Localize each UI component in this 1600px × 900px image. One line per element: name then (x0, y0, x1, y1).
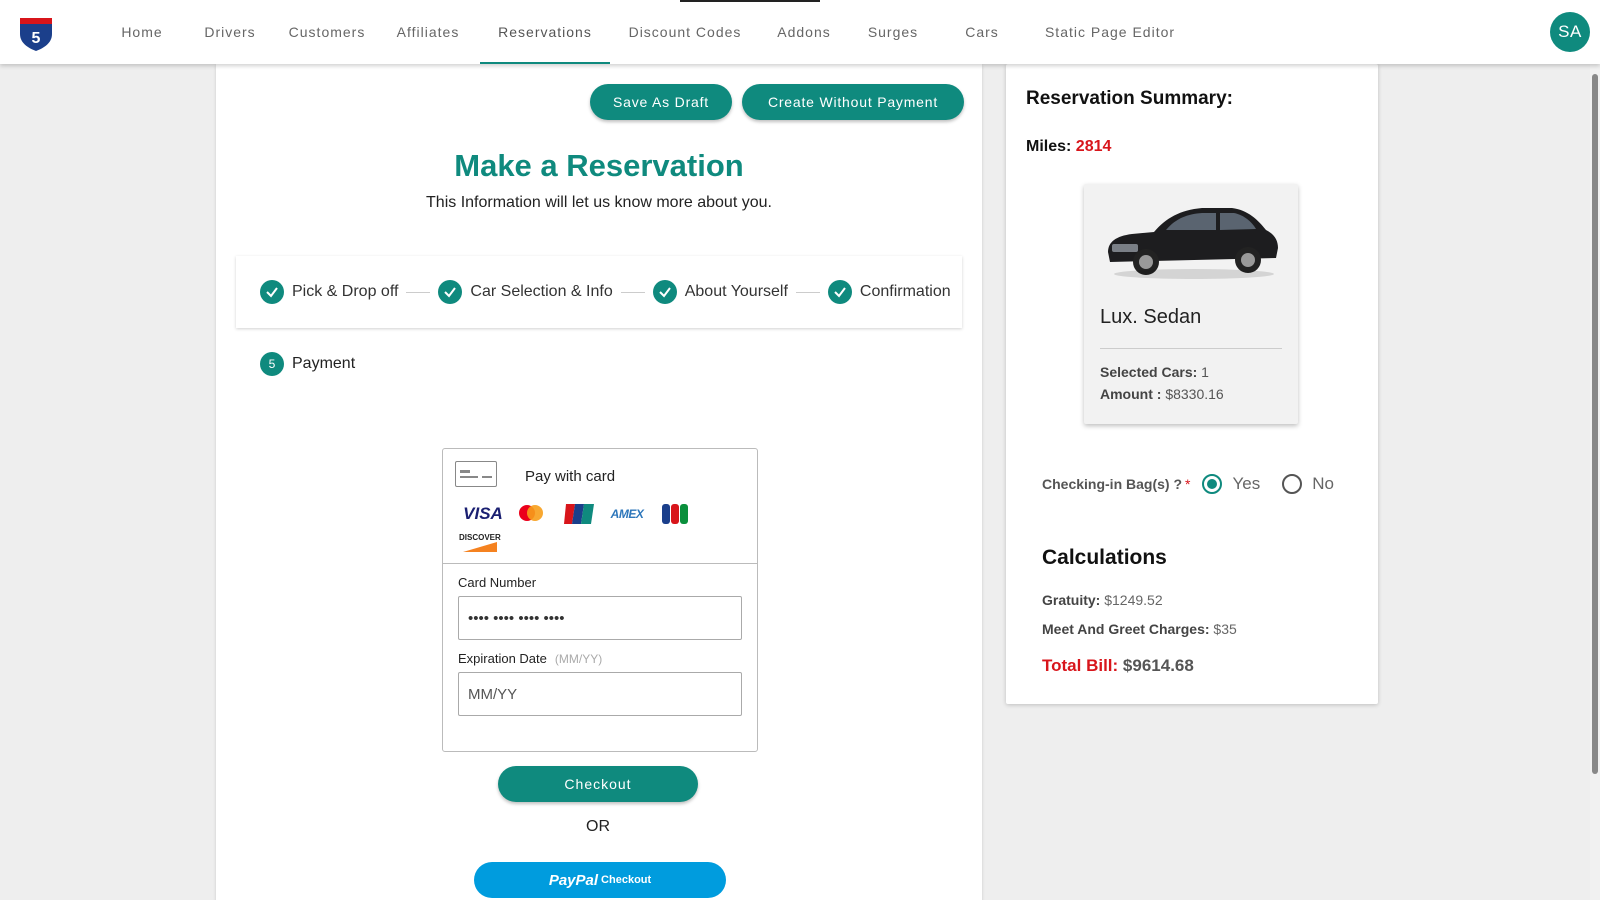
user-avatar[interactable]: SA (1550, 12, 1590, 52)
step-payment: 5 Payment (260, 352, 355, 376)
bags-no-label[interactable]: No (1312, 474, 1334, 494)
gratuity-row: Gratuity: $1249.52 (1042, 592, 1163, 608)
amount-label: Amount : (1100, 386, 1162, 402)
miles-row: Miles: 2814 (1026, 138, 1111, 156)
page-title: Make a Reservation (454, 148, 744, 183)
page-subtitle: This Information will let us know more a… (426, 194, 772, 211)
card-brands: VISA AMEX DISCOVER (459, 501, 719, 565)
step-number-badge: 5 (260, 352, 284, 376)
bags-no-radio[interactable] (1282, 474, 1303, 494)
check-icon (827, 280, 852, 304)
discover-label: DISCOVER (459, 533, 501, 542)
selected-cars-value: 1 (1201, 364, 1209, 380)
total-bill-row: Total Bill: $9614.68 (1042, 656, 1194, 676)
nav-cars[interactable]: Cars (938, 0, 1026, 64)
gratuity-value: $1249.52 (1104, 592, 1163, 608)
nav-customers[interactable]: Customers (278, 0, 376, 64)
expiration-format-hint: (MM/YY) (554, 652, 603, 666)
step-label: Car Selection & Info (470, 283, 613, 300)
step-about-yourself[interactable]: About Yourself (652, 280, 788, 304)
reservation-form-card: Save As Draft Create Without Payment Mak… (216, 64, 982, 900)
step-confirmation[interactable]: Confirmation (827, 280, 951, 304)
meet-and-greet-row: Meet And Greet Charges: $35 (1042, 621, 1237, 637)
step-label: Pick & Drop off (292, 283, 399, 300)
unionpay-icon (555, 501, 603, 527)
nav-addons[interactable]: Addons (760, 0, 848, 64)
expiration-date-input[interactable]: MM/YY (458, 672, 742, 716)
card-number-label: Card Number (458, 575, 537, 590)
bags-yes-radio[interactable] (1202, 474, 1223, 494)
nav-reservations[interactable]: Reservations (480, 0, 610, 64)
top-navigation-bar: 5 Home Drivers Customers Affiliates Rese… (0, 0, 1600, 64)
nav-affiliates[interactable]: Affiliates (376, 0, 480, 64)
bags-label: Checking-in Bag(s) ? (1042, 476, 1183, 492)
pay-with-card-header: Pay with card VISA AMEX DISCOVER (443, 449, 757, 564)
create-without-payment-button[interactable]: Create Without Payment (742, 84, 964, 120)
expiration-label-text: Expiration Date (458, 651, 547, 666)
discover-icon: DISCOVER (459, 533, 507, 559)
scrollbar-thumb[interactable] (1592, 74, 1598, 774)
page-scrollbar[interactable] (1590, 64, 1600, 900)
pay-with-card-label: Pay with card (525, 468, 616, 485)
card-payment-form: Pay with card VISA AMEX DISCOVER Card Nu… (442, 448, 758, 752)
reservation-summary-card: Reservation Summary: Miles: 2814 Lux. Se… (1006, 64, 1378, 704)
step-car-selection[interactable]: Car Selection & Info (438, 280, 613, 304)
route-5-logo[interactable]: 5 (16, 12, 56, 52)
total-bill-value: $9614.68 (1122, 656, 1194, 675)
nav-discount-codes[interactable]: Discount Codes (610, 0, 760, 64)
nav-drivers[interactable]: Drivers (182, 0, 278, 64)
step-connector (406, 291, 431, 293)
checking-in-bags-row: Checking-in Bag(s) ? * Yes No (1042, 474, 1334, 494)
car-divider (1100, 348, 1282, 349)
paypal-checkout-button[interactable]: PayPal Checkout (474, 862, 726, 898)
step-label: Confirmation (859, 283, 951, 300)
svg-text:5: 5 (32, 30, 41, 47)
selected-cars-row: Selected Cars: 1 (1100, 364, 1209, 380)
checkout-button[interactable]: Checkout (498, 766, 698, 802)
step-label: About Yourself (684, 283, 788, 300)
nav-home[interactable]: Home (102, 0, 182, 64)
jcb-icon (651, 501, 699, 527)
check-icon (652, 280, 677, 304)
miles-value: 2814 (1075, 138, 1112, 155)
paypal-checkout-label: Checkout (601, 874, 652, 886)
summary-title: Reservation Summary: (1026, 88, 1233, 109)
amount-row: Amount : $8330.16 (1100, 386, 1224, 402)
paypal-logo: PayPal (548, 871, 599, 889)
nav-surges[interactable]: Surges (848, 0, 938, 64)
visa-icon: VISA (463, 504, 503, 523)
amex-icon: AMEX (610, 507, 644, 521)
step-pick-drop[interactable]: Pick & Drop off (260, 280, 398, 304)
save-as-draft-button[interactable]: Save As Draft (590, 84, 732, 120)
meet-and-greet-value: $35 (1213, 621, 1237, 637)
nav-static-page-editor[interactable]: Static Page Editor (1026, 0, 1194, 64)
gratuity-label: Gratuity: (1042, 592, 1101, 608)
expiration-date-label: Expiration Date (MM/YY) (458, 651, 602, 666)
car-name: Lux. Sedan (1100, 306, 1202, 328)
calculations-title: Calculations (1042, 546, 1167, 569)
reservation-stepper: Pick & Drop off Car Selection & Info Abo… (236, 256, 962, 328)
or-divider: OR (586, 818, 610, 835)
amount-value: $8330.16 (1165, 386, 1224, 402)
total-bill-label: Total Bill: (1042, 656, 1119, 675)
card-number-input[interactable]: •••• •••• •••• •••• (458, 596, 742, 640)
bags-yes-label[interactable]: Yes (1232, 474, 1260, 494)
step-connector (795, 291, 820, 293)
miles-label: Miles: (1026, 138, 1072, 155)
mastercard-icon (507, 501, 555, 527)
step-connector (620, 291, 645, 293)
meet-and-greet-label: Meet And Greet Charges: (1042, 621, 1210, 637)
credit-card-icon (455, 461, 497, 487)
required-asterisk: * (1185, 476, 1191, 492)
step-label: Payment (292, 355, 356, 372)
selected-car-card[interactable]: Lux. Sedan Selected Cars: 1 Amount : $83… (1084, 184, 1298, 424)
check-icon (438, 280, 463, 304)
selected-cars-label: Selected Cars: (1100, 364, 1198, 380)
check-icon (260, 280, 284, 304)
sedan-car-image (1108, 208, 1278, 279)
main-nav: Home Drivers Customers Affiliates Reserv… (102, 0, 1194, 64)
